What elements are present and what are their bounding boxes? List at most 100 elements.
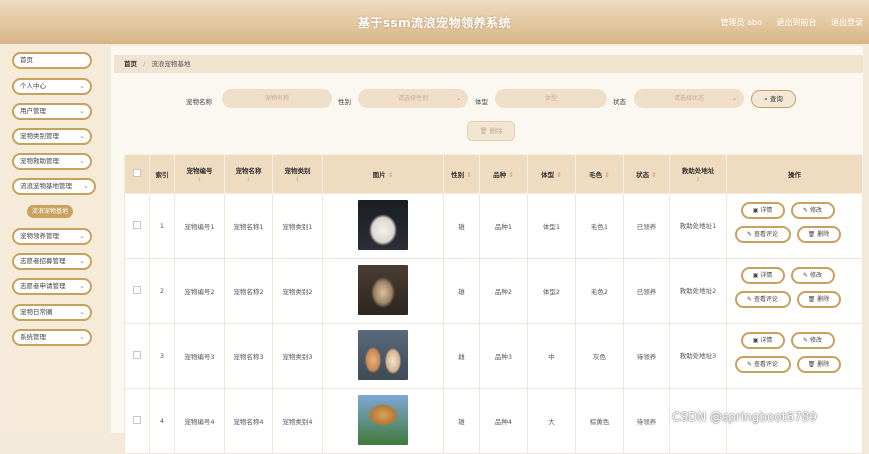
pet-photo-dog[interactable] <box>358 395 408 445</box>
cell-color: 毛色1 <box>575 193 624 259</box>
sidebar-item-label: 首页 <box>20 56 33 64</box>
sort-icon[interactable]: ⇕ <box>508 171 513 179</box>
detail-button[interactable]: ▣ 详情 <box>740 202 785 219</box>
sidebar-item-user-management[interactable]: 用户管理 ⌄ <box>12 103 92 120</box>
pet-photo-tabby-cat[interactable] <box>358 265 408 315</box>
size-input[interactable]: 体型 <box>495 89 607 108</box>
sort-icon[interactable]: ⇕ <box>556 171 561 179</box>
select-all-header[interactable] <box>124 154 150 194</box>
admin-user-link[interactable]: 管理员 abo <box>720 18 761 27</box>
sort-icon[interactable]: ⇕ <box>604 171 609 179</box>
status-label: 状态 <box>613 98 626 106</box>
cell-index: 2 <box>149 258 175 324</box>
row-checkbox[interactable] <box>133 351 141 359</box>
detail-label: 详情 <box>760 272 773 279</box>
query-button[interactable]: ⌕ 查询 <box>751 90 796 108</box>
chevron-down-icon: ⌄ <box>731 95 737 102</box>
sidebar-item-stray-base[interactable]: 流浪宠物基地管理 ⌄ <box>12 178 96 195</box>
cell-color: 毛色2 <box>575 258 624 324</box>
sidebar-item-volunteer-apply[interactable]: 志愿者申请管理 ⌄ <box>12 278 92 295</box>
batch-delete-button[interactable]: 🗑 删除 <box>467 121 515 141</box>
detail-button[interactable]: ▣ 详情 <box>740 267 785 284</box>
pet-photo-white-cat[interactable] <box>358 200 408 250</box>
cell-name: 宠物名称3 <box>224 323 273 389</box>
cell-code: 宠物编号1 <box>174 193 225 259</box>
row-select-cell[interactable] <box>124 193 150 259</box>
column-header-gender[interactable]: 性别 ⇕ <box>443 154 480 194</box>
edit-button[interactable]: ✎ 修改 <box>790 267 835 284</box>
sidebar-item-label: 宠物领养管理 <box>20 232 59 240</box>
logout-link[interactable]: 退出登录 <box>831 18 863 27</box>
cell-address: 救助处地址1 <box>669 193 727 259</box>
column-header-image[interactable]: 图片 ⇕ <box>322 154 444 194</box>
cell-category: 宠物类别2 <box>272 258 323 324</box>
sidebar-item-pet-rescue[interactable]: 宠物救助管理 ⌄ <box>12 153 92 170</box>
column-header-code[interactable]: 宠物编号 ⇕ <box>174 154 225 194</box>
row-checkbox[interactable] <box>133 221 141 229</box>
row-actions: ▣ 详情 ✎ 修改 ✎ 查看评论 🗑 删除 <box>734 331 855 381</box>
table-row: 3 宠物编号3 宠物名称3 宠物类别3 雌 品种3 中 灰色 待领养 救助处地址… <box>124 323 863 389</box>
view-comments-button[interactable]: ✎ 查看评论 <box>734 291 791 308</box>
chevron-down-icon: ⌄ <box>79 132 85 140</box>
edit-button[interactable]: ✎ 修改 <box>790 202 835 219</box>
cell-index: 3 <box>149 323 175 389</box>
column-header-status[interactable]: 状态 ⇕ <box>623 154 670 194</box>
sort-icon[interactable]: ⇕ <box>273 177 322 183</box>
sidebar-item-personal-center[interactable]: 个人中心 ⌄ <box>12 78 92 95</box>
exit-to-front-link[interactable]: 退出到前台 <box>776 18 816 27</box>
sort-icon[interactable]: ⇕ <box>651 171 656 179</box>
row-select-cell[interactable] <box>124 258 150 324</box>
table-row: 2 宠物编号2 宠物名称2 宠物类别2 雄 品种2 体型2 毛色2 已领养 救助… <box>124 258 863 324</box>
detail-button[interactable]: ▣ 详情 <box>740 332 785 349</box>
delete-label: 删除 <box>817 361 830 368</box>
status-select[interactable]: 请选择状态 ⌄ <box>634 89 744 108</box>
delete-button[interactable]: 🗑 删除 <box>796 356 841 373</box>
column-header-name[interactable]: 宠物名称 ⇕ <box>224 154 273 194</box>
pet-name-input[interactable]: 宠物名称 <box>222 89 332 108</box>
sidebar-subitem-stray-base[interactable]: 流浪宠物基地 <box>27 205 73 218</box>
column-header-breed[interactable]: 品种 ⇕ <box>479 154 528 194</box>
column-header-address[interactable]: 救助处地址 ⇕ <box>669 154 727 194</box>
view-comments-button[interactable]: ✎ 查看评论 <box>734 356 791 373</box>
column-header-size[interactable]: 体型 ⇕ <box>527 154 576 194</box>
sort-icon[interactable]: ⇕ <box>670 177 726 183</box>
row-checkbox[interactable] <box>133 416 141 424</box>
cell-image <box>322 323 444 389</box>
cell-status: 已领养 <box>623 258 670 324</box>
edit-label: 修改 <box>809 272 822 279</box>
sort-icon[interactable]: ⇕ <box>388 171 393 179</box>
sidebar-item-volunteer-recruit[interactable]: 志愿者招募管理 ⌄ <box>12 253 92 270</box>
edit-icon: ✎ <box>747 296 754 303</box>
column-header-label: 宠物类别 <box>284 167 311 175</box>
sidebar-item-adoption[interactable]: 宠物领养管理 ⌄ <box>12 228 92 245</box>
column-header-label: 救助处地址 <box>681 167 715 175</box>
column-header-category[interactable]: 宠物类别 ⇕ <box>272 154 323 194</box>
sidebar-item-pet-circle[interactable]: 宠物日常圈 ⌄ <box>12 304 92 321</box>
pet-name-label: 宠物名称 <box>186 98 212 106</box>
cell-code: 宠物编号4 <box>174 388 225 454</box>
column-header-label: 毛色 <box>589 171 603 179</box>
sidebar-item-system[interactable]: 系统管理 ⌄ <box>12 329 92 346</box>
sidebar-item-home[interactable]: 首页 <box>12 52 92 69</box>
breadcrumb-separator: / <box>143 60 146 68</box>
row-select-cell[interactable] <box>124 388 150 454</box>
delete-button[interactable]: 🗑 删除 <box>796 226 841 243</box>
delete-label: 删除 <box>817 231 830 238</box>
delete-button[interactable]: 🗑 删除 <box>796 291 841 308</box>
sidebar-item-pet-category[interactable]: 宠物类别管理 ⌄ <box>12 128 92 145</box>
select-all-checkbox[interactable] <box>133 169 141 177</box>
sort-icon[interactable]: ⇕ <box>225 177 272 183</box>
breadcrumb-home[interactable]: 首页 <box>124 60 137 68</box>
edit-button[interactable]: ✎ 修改 <box>790 332 835 349</box>
gender-select-placeholder: 请选择性别 <box>397 95 428 102</box>
row-checkbox[interactable] <box>133 286 141 294</box>
row-select-cell[interactable] <box>124 323 150 389</box>
sort-icon[interactable]: ⇕ <box>466 171 471 179</box>
gender-select[interactable]: 请选择性别 ⌄ <box>358 89 468 108</box>
pet-photo-two-cats[interactable] <box>358 330 408 380</box>
cell-index: 1 <box>149 193 175 259</box>
cell-breed: 品种1 <box>479 193 528 259</box>
view-comments-button[interactable]: ✎ 查看评论 <box>734 226 791 243</box>
column-header-color[interactable]: 毛色 ⇕ <box>575 154 624 194</box>
sort-icon[interactable]: ⇕ <box>175 177 224 183</box>
